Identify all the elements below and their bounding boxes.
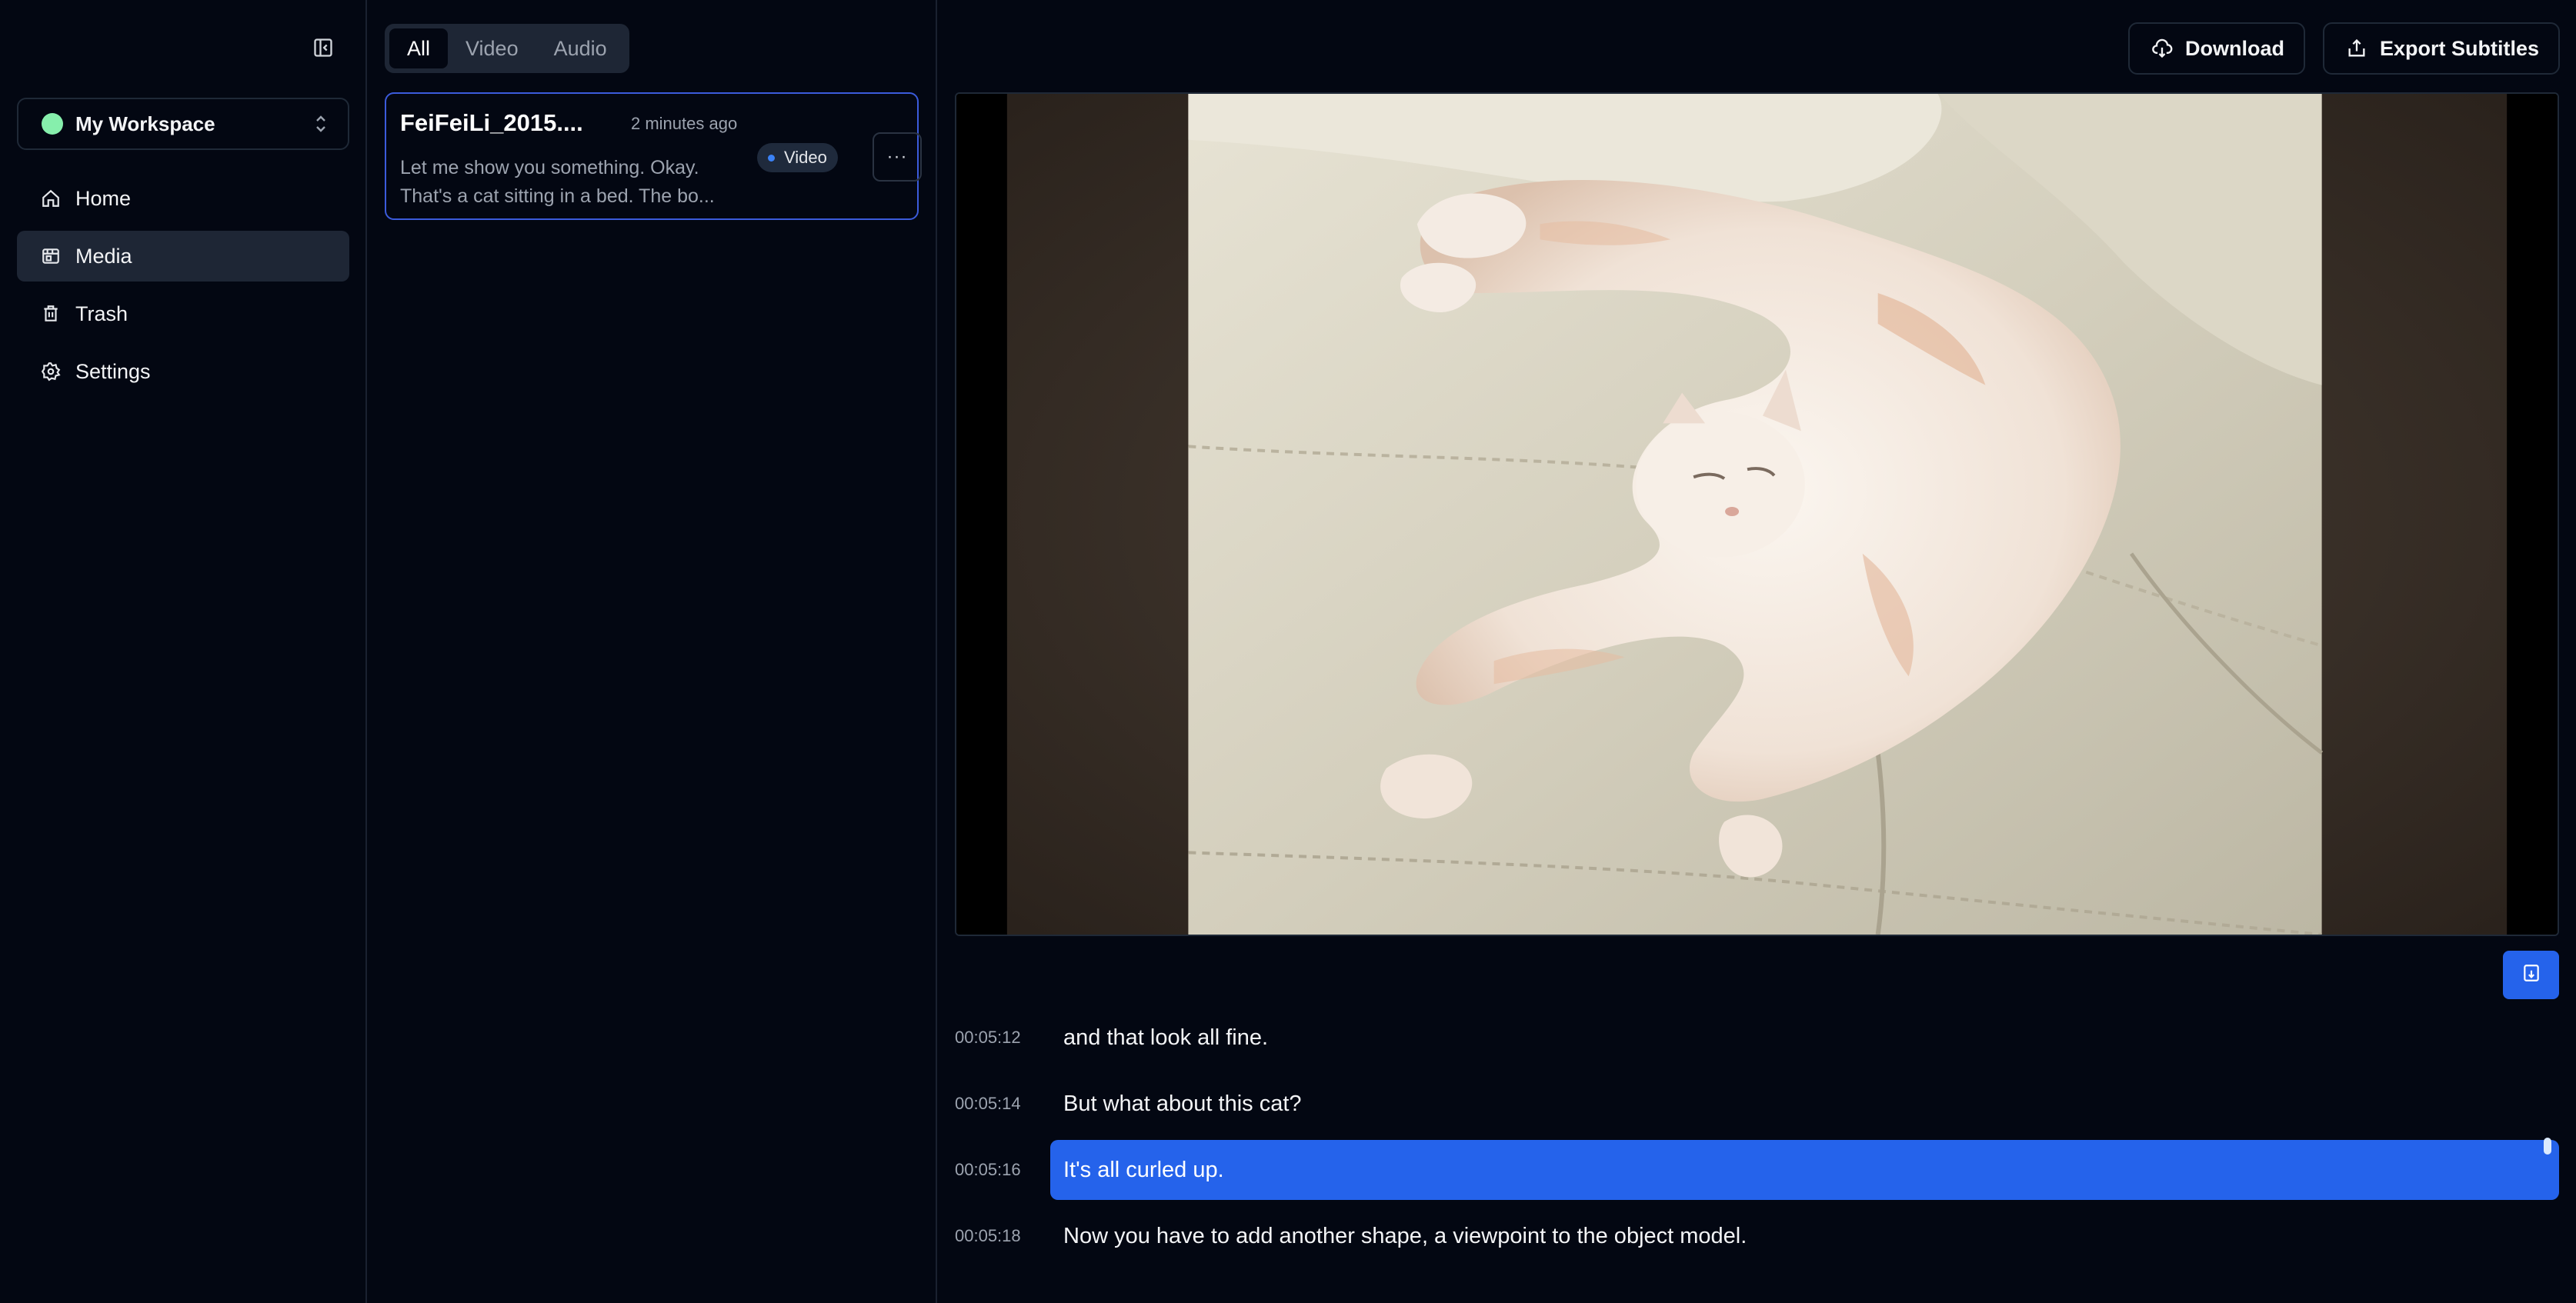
sidebar-item-label: Settings [75, 359, 151, 383]
follow-playback-icon [2521, 963, 2541, 987]
sidebar-item-label: Home [75, 186, 132, 210]
segment-timestamp: 00:05:18 [955, 1226, 1021, 1245]
sidebar-nav: Home Media Trash Settings [17, 173, 349, 404]
export-subtitles-label: Export Subtitles [2380, 36, 2540, 60]
video-player[interactable] [955, 92, 2559, 936]
sidebar-item-home[interactable]: Home [17, 173, 349, 224]
transcript-segment[interactable]: 00:05:14 But what about this cat? [955, 1074, 2559, 1134]
workspace-switcher[interactable]: My Workspace [17, 98, 349, 150]
media-icon [40, 245, 62, 267]
tab-audio[interactable]: Audio [536, 28, 625, 68]
sidebar-item-settings[interactable]: Settings [17, 346, 349, 397]
media-list-item[interactable]: FeiFeiLi_2015.... 2 minutes ago Let me s… [385, 92, 922, 220]
segment-text: But what about this cat? [1063, 1091, 1302, 1116]
transcript-scrollbar[interactable] [2544, 1138, 2551, 1155]
sidebar-collapse-icon [312, 37, 334, 62]
badge-dot-icon [768, 154, 775, 162]
sidebar-collapse-button[interactable] [308, 34, 339, 65]
segment-timestamp: 00:05:12 [955, 1028, 1021, 1047]
media-title: FeiFeiLi_2015.... [400, 109, 583, 136]
transcript-segment[interactable]: 00:05:12 and that look all fine. [955, 1008, 2559, 1068]
media-timestamp: 2 minutes ago [631, 114, 738, 133]
media-filter-tabs: All Video Audio [385, 24, 629, 73]
more-options-button[interactable]: ··· [873, 132, 922, 182]
segment-timestamp: 00:05:16 [955, 1160, 1021, 1179]
sidebar-item-media[interactable]: Media [17, 231, 349, 282]
transcript-segment[interactable]: 00:05:18 Now you have to add another sha… [955, 1206, 2559, 1266]
trash-icon [40, 303, 62, 325]
segment-timestamp: 00:05:14 [955, 1094, 1021, 1113]
workspace-avatar [42, 113, 63, 135]
sidebar-item-label: Media [75, 244, 132, 268]
cloud-download-icon [2151, 38, 2173, 59]
gear-icon [40, 361, 62, 382]
app-root: My Workspace Home Media Trash Settings F… [0, 0, 2576, 1303]
tab-video[interactable]: Video [448, 28, 536, 68]
chevron-up-down-icon [312, 112, 329, 135]
export-subtitles-button[interactable]: Export Subtitles [2323, 22, 2560, 75]
media-snippet: Let me show you something. Okay. That's … [400, 157, 715, 207]
sidebar-item-label: Trash [75, 302, 128, 325]
sidebar-item-trash[interactable]: Trash [17, 288, 349, 339]
follow-playback-button[interactable] [2503, 951, 2559, 999]
media-type-badge: Video [757, 143, 838, 172]
video-frame-image [956, 94, 2558, 935]
home-icon [40, 188, 62, 209]
segment-text: and that look all fine. [1063, 1025, 1269, 1050]
segment-text: It's all curled up. [1050, 1140, 2559, 1200]
badge-label: Video [784, 148, 827, 167]
sidebar: My Workspace Home Media Trash Settings [0, 0, 367, 1303]
share-export-icon [2346, 38, 2367, 59]
transcript-segment-active[interactable]: 00:05:16 It's all curled up. [955, 1140, 2559, 1200]
media-list-panel: FeiFeiLi_2015.... 2 minutes ago Let me s… [368, 0, 937, 1303]
download-label: Download [2185, 36, 2284, 60]
download-button[interactable]: Download [2128, 22, 2305, 75]
workspace-label: My Workspace [75, 112, 215, 135]
tab-all[interactable]: All [389, 28, 449, 68]
segment-text: Now you have to add another shape, a vie… [1063, 1223, 1747, 1248]
